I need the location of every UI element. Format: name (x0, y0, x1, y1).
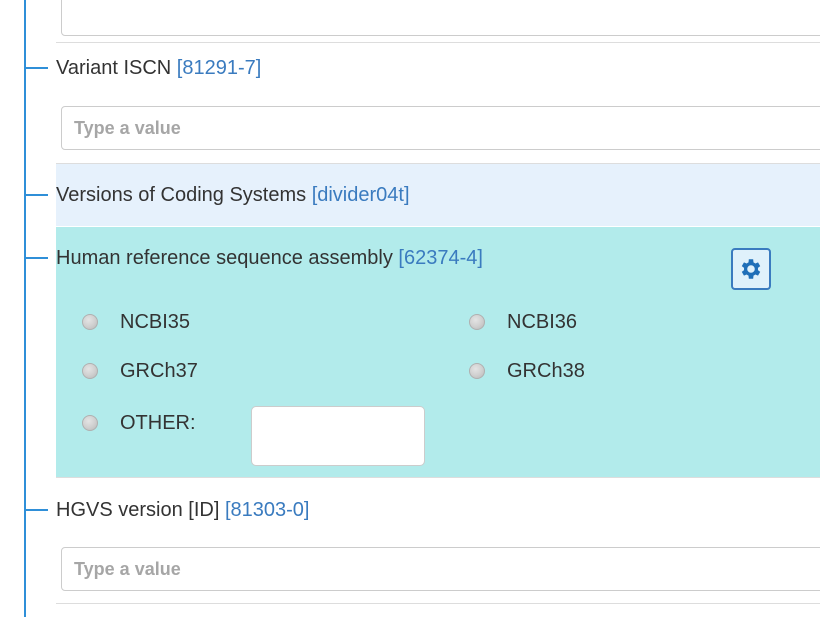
radio-label: NCBI35 (120, 311, 191, 333)
row-divider (56, 603, 820, 604)
radio-button[interactable] (82, 363, 98, 379)
radio-button[interactable] (82, 415, 98, 431)
radio-option-grch38[interactable]: GRCh38 (469, 359, 585, 383)
radio-label: GRCh37 (120, 360, 198, 382)
versions-divider-code-link[interactable]: [divider04t] (312, 184, 410, 206)
reference-assembly-code-link[interactable]: [62374-4] (398, 247, 483, 269)
versions-divider-label: Versions of Coding Systems [divider04t] (56, 183, 410, 207)
previous-textarea[interactable] (61, 0, 820, 36)
settings-button[interactable] (731, 248, 771, 290)
reference-assembly-name: Human reference sequence assembly (56, 247, 393, 269)
reference-assembly-label: Human reference sequence assembly [62374… (56, 246, 483, 270)
other-value-input[interactable] (251, 406, 425, 466)
variant-iscn-label: Variant ISCN [81291-7] (56, 56, 261, 80)
tree-tick (24, 194, 48, 196)
tree-line (24, 0, 26, 617)
hgvs-version-label: HGVS version [ID] [81303-0] (56, 498, 309, 522)
variant-iscn-name: Variant ISCN (56, 57, 172, 79)
radio-label: NCBI36 (507, 311, 578, 333)
row-divider (56, 163, 820, 164)
radio-button[interactable] (469, 314, 485, 330)
radio-button[interactable] (469, 363, 485, 379)
tree-tick (24, 67, 48, 69)
tree-tick (24, 257, 48, 259)
variant-iscn-code-link[interactable]: [81291-7] (177, 57, 262, 79)
variant-iscn-input[interactable] (61, 106, 820, 150)
radio-option-other[interactable]: OTHER: (82, 411, 196, 435)
tree-tick (24, 509, 48, 511)
radio-option-ncbi35[interactable]: NCBI35 (82, 310, 190, 334)
hgvs-version-code-link[interactable]: [81303-0] (225, 499, 310, 521)
row-divider (56, 477, 820, 478)
radio-button[interactable] (82, 314, 98, 330)
gear-icon (741, 259, 761, 279)
hgvs-version-input[interactable] (61, 547, 820, 591)
radio-option-grch37[interactable]: GRCh37 (82, 359, 198, 383)
radio-label: GRCh38 (507, 360, 585, 382)
versions-divider-name: Versions of Coding Systems (56, 184, 307, 206)
radio-option-ncbi36[interactable]: NCBI36 (469, 310, 577, 334)
radio-label: OTHER: (120, 412, 196, 434)
hgvs-version-name: HGVS version [ID] (56, 499, 220, 521)
form-panel: Variant ISCN [81291-7] Versions of Codin… (0, 0, 820, 617)
row-divider (56, 42, 820, 43)
